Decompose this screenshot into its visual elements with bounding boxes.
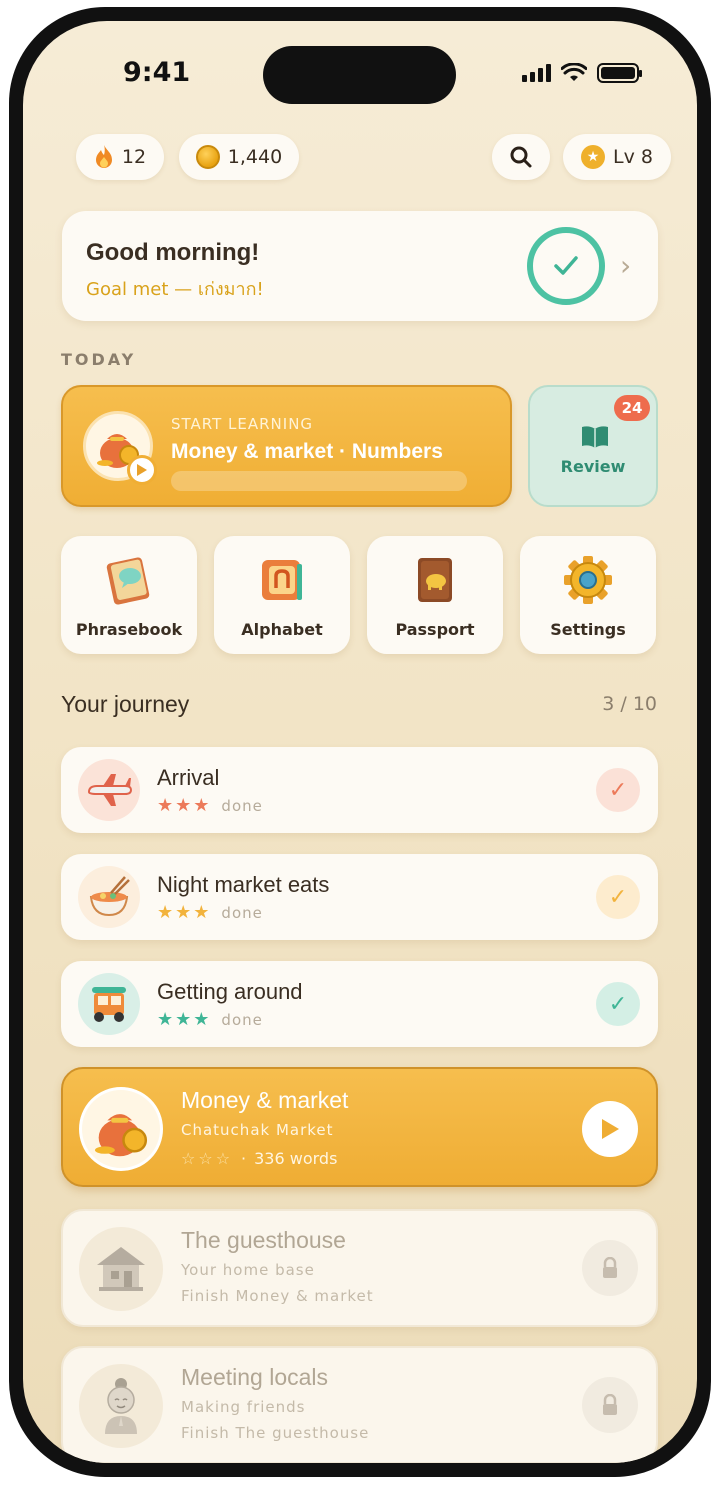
journey-item-title: Getting around bbox=[157, 979, 303, 1004]
journey-item-title: Night market eats bbox=[157, 872, 330, 897]
dynamic-island bbox=[263, 46, 456, 104]
separator: · bbox=[241, 1149, 247, 1168]
current-lesson-title: Money & market bbox=[181, 1087, 349, 1113]
status-icons bbox=[522, 63, 642, 83]
stars: ★★★ bbox=[157, 902, 212, 923]
journey-item-meeting-locals[interactable]: Meeting locals Making friends Finish The… bbox=[61, 1346, 658, 1463]
stars: ★★★ bbox=[157, 795, 212, 816]
locked-lesson-title: The guesthouse bbox=[181, 1227, 346, 1253]
start-learning-card[interactable]: START LEARNING Money & market · Numbers bbox=[61, 385, 512, 507]
phrasebook-icon bbox=[106, 557, 150, 605]
review-count-badge: 24 bbox=[614, 395, 650, 421]
status-text: done bbox=[221, 1010, 263, 1029]
noodle-bowl-icon bbox=[78, 866, 140, 928]
level-label: Lv 8 bbox=[613, 146, 653, 168]
check-icon: ✓ bbox=[596, 982, 640, 1026]
unlock-requirement: Finish The guesthouse bbox=[181, 1424, 370, 1442]
journey-item-the-guesthouse[interactable]: The guesthouse Your home base Finish Mon… bbox=[61, 1209, 658, 1327]
passport-icon bbox=[418, 558, 452, 602]
review-button[interactable]: 24 Review bbox=[528, 385, 658, 507]
status-text: done bbox=[221, 903, 263, 922]
money-bag-icon bbox=[79, 1087, 163, 1171]
app-screen: 9:41 12 1,440 ★ Lv 8 Good morning! Goal … bbox=[23, 21, 697, 1463]
tile-label: Alphabet bbox=[241, 620, 323, 639]
star-rating: ★★★ done bbox=[157, 1009, 263, 1030]
today-section-label: TODAY bbox=[61, 350, 137, 369]
level-pill[interactable]: ★ Lv 8 bbox=[563, 134, 671, 180]
locked-lesson-title: Meeting locals bbox=[181, 1364, 329, 1390]
check-icon bbox=[554, 256, 578, 275]
alphabet-block-icon bbox=[262, 560, 302, 600]
lock-icon bbox=[582, 1240, 638, 1296]
cellular-signal-icon bbox=[522, 64, 551, 82]
search-button[interactable] bbox=[492, 134, 550, 180]
check-icon: ✓ bbox=[596, 875, 640, 919]
journey-title: Your journey bbox=[61, 691, 190, 717]
play-icon bbox=[602, 1119, 619, 1139]
play-button[interactable] bbox=[582, 1101, 638, 1157]
greeting-title: Good morning! bbox=[86, 239, 260, 266]
tile-label: Phrasebook bbox=[75, 620, 183, 639]
tile-label: Settings bbox=[550, 620, 626, 639]
journey-item-money-and-market[interactable]: Money & market Chatuchak Market ☆☆☆ · 33… bbox=[61, 1067, 658, 1187]
word-count: 336 words bbox=[254, 1149, 338, 1168]
airplane-icon bbox=[78, 759, 140, 821]
lock-icon bbox=[582, 1377, 638, 1433]
greeting-card[interactable]: Good morning! Goal met — เก่งมาก! › bbox=[62, 211, 658, 321]
coins-pill[interactable]: 1,440 bbox=[179, 134, 299, 180]
gear-icon bbox=[564, 556, 612, 604]
lesson-progress-bar bbox=[171, 471, 467, 491]
stars: ★★★ bbox=[157, 1009, 212, 1030]
journey-progress-count: 3 / 10 bbox=[602, 693, 657, 715]
review-label: Review bbox=[560, 457, 626, 476]
journey-item-title: Arrival bbox=[157, 765, 220, 790]
star-rating: ★★★ done bbox=[157, 902, 263, 923]
daily-goal-ring bbox=[527, 227, 605, 305]
coin-count: 1,440 bbox=[227, 146, 283, 168]
tile-phrasebook[interactable]: Phrasebook bbox=[61, 536, 197, 654]
play-icon bbox=[127, 455, 157, 485]
unlock-requirement: Finish Money & market bbox=[181, 1287, 374, 1305]
streak-count: 12 bbox=[121, 146, 147, 168]
journey-item-arrival[interactable]: Arrival ★★★ done ✓ bbox=[61, 747, 658, 833]
phone-frame: 9:41 12 1,440 ★ Lv 8 Good morning! Goal … bbox=[9, 7, 711, 1477]
locked-lesson-subtitle: Making friends bbox=[181, 1398, 306, 1416]
chevron-right-icon: › bbox=[620, 249, 632, 282]
journey-item-getting-around[interactable]: Getting around ★★★ done ✓ bbox=[61, 961, 658, 1047]
journey-item-night-market-eats[interactable]: Night market eats ★★★ done ✓ bbox=[61, 854, 658, 940]
star-icon: ★ bbox=[581, 145, 606, 169]
tile-settings[interactable]: Settings bbox=[520, 536, 656, 654]
wifi-icon bbox=[561, 63, 587, 81]
streak-pill[interactable]: 12 bbox=[76, 134, 164, 180]
star-rating: ☆☆☆ bbox=[181, 1149, 234, 1168]
tile-passport[interactable]: Passport bbox=[367, 536, 503, 654]
open-book-icon bbox=[582, 426, 608, 448]
check-icon: ✓ bbox=[596, 768, 640, 812]
search-icon bbox=[510, 146, 532, 168]
current-lesson-meta: ☆☆☆ · 336 words bbox=[181, 1149, 337, 1168]
tile-alphabet[interactable]: Alphabet bbox=[214, 536, 350, 654]
greeting-subtitle: Goal met — เก่งมาก! bbox=[86, 279, 264, 300]
coin-icon bbox=[195, 145, 220, 169]
tuk-tuk-icon bbox=[78, 973, 140, 1035]
star-rating: ★★★ done bbox=[157, 795, 263, 816]
start-learning-label: START LEARNING bbox=[171, 415, 314, 433]
locked-lesson-subtitle: Your home base bbox=[181, 1261, 315, 1279]
status-time: 9:41 bbox=[123, 57, 191, 88]
tile-label: Passport bbox=[395, 620, 475, 639]
status-text: done bbox=[221, 796, 263, 815]
status-bar: 9:41 bbox=[23, 21, 697, 104]
start-learning-title: Money & market · Numbers bbox=[171, 440, 443, 463]
person-wai-icon bbox=[79, 1364, 163, 1448]
house-icon bbox=[79, 1227, 163, 1311]
flame-icon bbox=[95, 145, 112, 168]
battery-icon bbox=[597, 63, 642, 83]
current-lesson-place: Chatuchak Market bbox=[181, 1121, 334, 1139]
